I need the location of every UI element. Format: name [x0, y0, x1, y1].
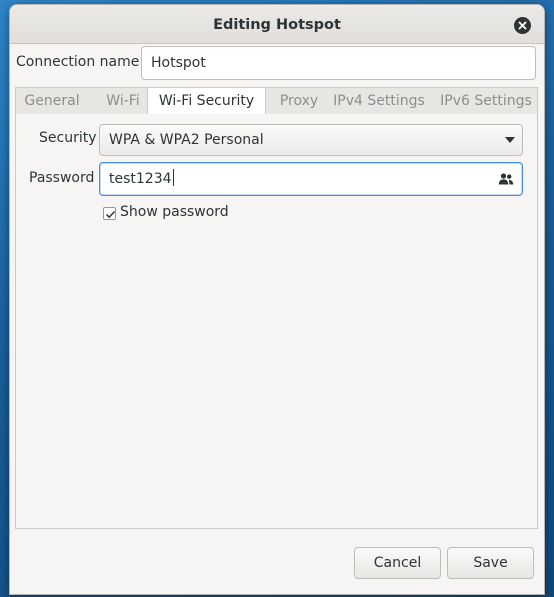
connection-name-label: Connection name — [16, 54, 140, 70]
tab-general[interactable]: General — [19, 88, 85, 114]
close-icon — [518, 21, 527, 30]
people-icon[interactable] — [498, 172, 514, 186]
tab-ipv6-settings[interactable]: IPv6 Settings — [436, 88, 536, 114]
connection-name-input[interactable]: Hotspot — [141, 46, 536, 80]
editing-hotspot-dialog: Editing Hotspot Connection name Hotspot … — [9, 4, 545, 595]
security-dropdown[interactable]: WPA & WPA2 Personal — [99, 124, 523, 156]
action-bar: Cancel Save — [10, 535, 544, 594]
tab-proxy[interactable]: Proxy — [274, 88, 324, 114]
title-bar[interactable]: Editing Hotspot — [10, 5, 544, 44]
tab-wifi[interactable]: Wi-Fi — [97, 88, 149, 114]
tab-bar: General Wi-Fi Wi-Fi Security Proxy IPv4 … — [15, 87, 538, 115]
close-button[interactable] — [514, 17, 531, 34]
show-password-checkbox[interactable] — [103, 207, 116, 220]
security-label: Security — [39, 130, 97, 146]
text-caret — [172, 169, 174, 186]
password-value: test1234 — [109, 171, 172, 187]
security-selected-value: WPA & WPA2 Personal — [109, 132, 264, 148]
chevron-down-icon — [505, 137, 515, 143]
connection-name-value: Hotspot — [151, 55, 206, 71]
checkmark-icon — [105, 210, 116, 219]
password-label: Password — [29, 170, 95, 186]
tab-wifi-security[interactable]: Wi-Fi Security — [147, 88, 266, 115]
cancel-button[interactable]: Cancel — [354, 547, 441, 579]
password-input[interactable]: test1234 — [99, 162, 523, 196]
window-title: Editing Hotspot — [213, 17, 341, 33]
save-button[interactable]: Save — [447, 547, 534, 579]
tab-ipv4-settings[interactable]: IPv4 Settings — [330, 88, 428, 114]
show-password-label[interactable]: Show password — [120, 204, 229, 220]
